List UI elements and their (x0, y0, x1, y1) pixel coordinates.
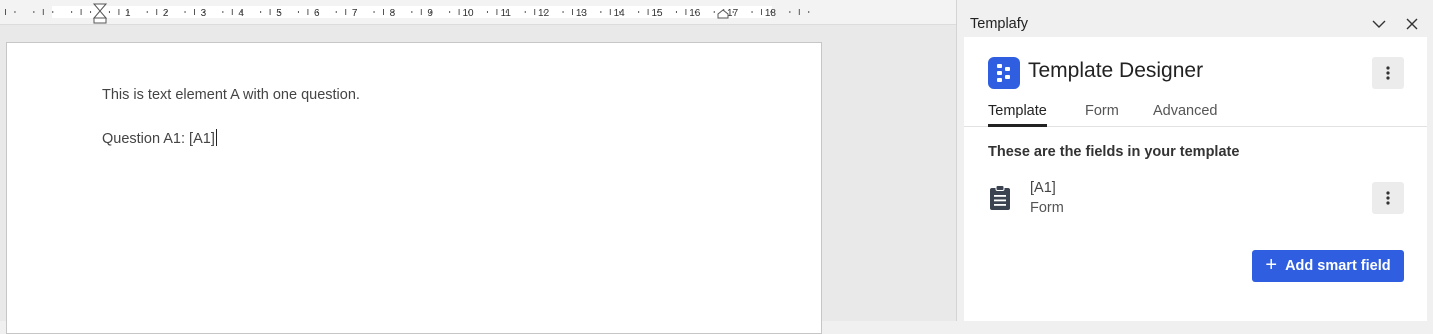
question-line[interactable]: Question A1: [A1] (102, 129, 217, 147)
field-row[interactable]: [A1] Form (964, 177, 1427, 221)
document-area: 1 2 3 4 5 6 7 8 9 10 11 12 13 14 15 16 17 18 This is text… (0, 0, 957, 334)
template-designer-panel: Template Designer Template Form Advanced… (964, 37, 1427, 321)
ruler-number: 11 (501, 8, 512, 19)
pane-title: Templafy (970, 16, 1029, 32)
ruler-number: 16 (689, 8, 701, 19)
text-element-a[interactable]: This is text element A with one question… (102, 87, 360, 103)
ruler-number: 14 (614, 8, 626, 19)
left-indent-box (93, 17, 107, 24)
chevron-down-icon (1372, 20, 1386, 28)
field-name: [A1] (1030, 180, 1056, 196)
ruler-number: 4 (238, 8, 244, 19)
ruler-number: 6 (314, 8, 320, 19)
ruler-number: 13 (576, 8, 588, 19)
ruler-number: 8 (390, 8, 396, 19)
ruler-number: 1 (125, 8, 131, 19)
close-icon (1406, 18, 1418, 30)
horizontal-ruler[interactable]: 1 2 3 4 5 6 7 8 9 10 11 12 13 14 15 16 17 18 (0, 0, 957, 25)
ruler-number: 9 (427, 8, 433, 19)
add-smart-field-label: Add smart field (1285, 258, 1391, 274)
tab-advanced[interactable]: Advanced (1153, 103, 1218, 124)
collapse-button[interactable] (1369, 14, 1389, 34)
text-caret (215, 129, 217, 146)
ruler-number: 2 (163, 8, 169, 19)
more-vertical-icon (1386, 191, 1390, 205)
ruler-number: 15 (651, 8, 663, 19)
field-type: Form (1030, 200, 1064, 216)
document-page[interactable]: This is text element A with one question… (6, 42, 822, 334)
ruler-number: 17 (727, 8, 739, 19)
pane-header: Templafy (957, 0, 1433, 36)
designer-title: Template Designer (1028, 59, 1204, 82)
ruler-number: 10 (462, 8, 474, 19)
more-vertical-icon (1386, 66, 1390, 80)
designer-menu-button[interactable] (1372, 57, 1404, 89)
fields-heading: These are the fields in your template (988, 144, 1240, 160)
templafy-pane: Templafy Template Designer Template Form… (957, 0, 1433, 321)
close-button[interactable] (1402, 14, 1422, 34)
ruler-number: 5 (276, 8, 282, 19)
ruler-number: 7 (352, 8, 358, 19)
ruler-number: 12 (538, 8, 550, 19)
designer-tabs: Template Form Advanced (964, 101, 1427, 127)
add-smart-field-button[interactable]: + Add smart field (1252, 250, 1404, 282)
question-text: Question A1: [A1] (102, 131, 215, 147)
ruler-scale: 1 2 3 4 5 6 7 8 9 10 11 12 13 14 15 16 17 18 (5, 3, 810, 24)
field-menu-button[interactable] (1372, 182, 1404, 214)
tab-form[interactable]: Form (1085, 103, 1119, 124)
templafy-logo-icon (988, 57, 1020, 89)
ruler-number: 18 (765, 8, 777, 19)
clipboard-icon (990, 185, 1010, 210)
tab-template[interactable]: Template (988, 103, 1047, 127)
ruler-number: 3 (201, 8, 207, 19)
plus-icon: + (1265, 254, 1278, 276)
